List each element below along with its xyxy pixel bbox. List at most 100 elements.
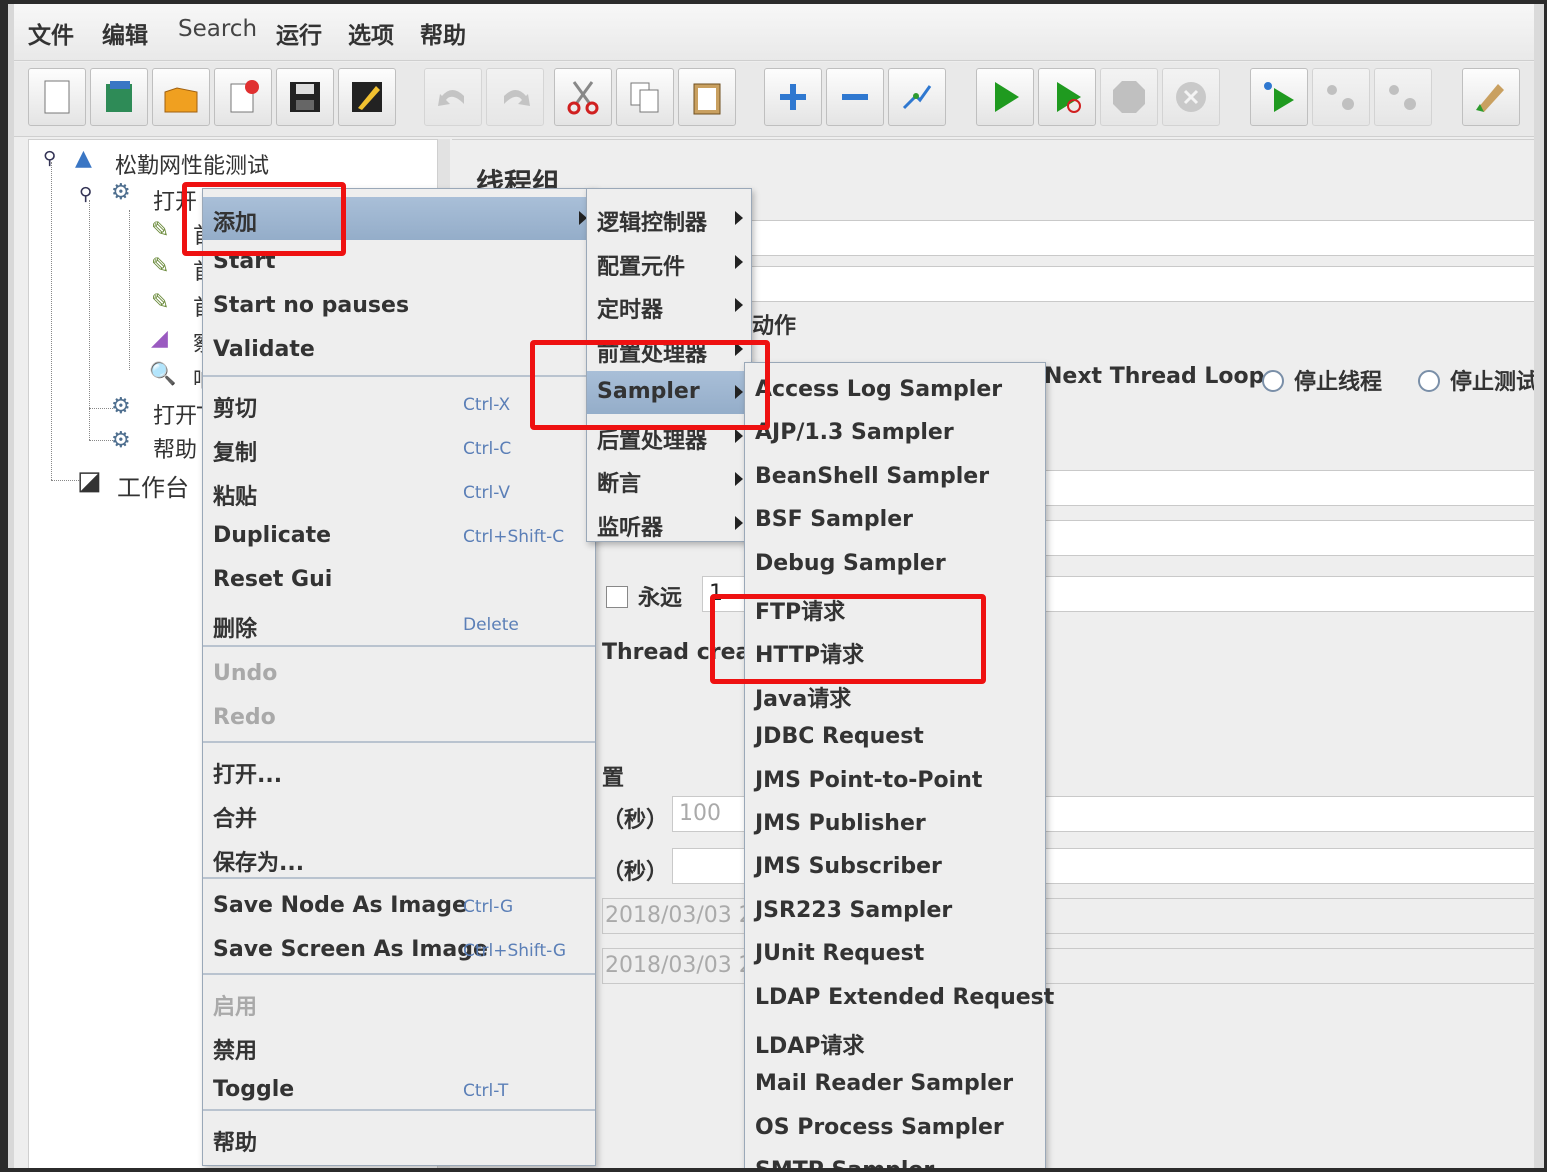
window-edge bbox=[1534, 4, 1544, 1168]
stop-test-option[interactable]: 停止测试 bbox=[1418, 364, 1538, 396]
sampler-submenu-item[interactable]: JUnit Request bbox=[745, 933, 1045, 976]
menu-help[interactable]: 帮助 bbox=[420, 16, 466, 50]
menu-item-label: LDAP Extended Request bbox=[755, 984, 1055, 1010]
context-menu-item[interactable]: 复制 Ctrl-C bbox=[203, 427, 595, 470]
submenu-arrow-icon bbox=[735, 254, 743, 269]
copy-button[interactable] bbox=[616, 68, 674, 126]
remote-exit-icon bbox=[1389, 85, 1416, 110]
tree-group1-toggle[interactable]: ⚲ bbox=[79, 184, 92, 205]
copy-icon bbox=[630, 82, 659, 113]
next-thread-loop-option[interactable]: Next Thread Loop bbox=[1044, 364, 1264, 389]
remote-exit-button[interactable] bbox=[1374, 68, 1432, 126]
menu-options[interactable]: 选项 bbox=[348, 16, 394, 50]
menu-separator bbox=[203, 973, 595, 975]
tree-root-toggle[interactable]: ⚲ bbox=[43, 148, 56, 169]
context-menu-item[interactable]: Duplicate Ctrl+Shift-C bbox=[203, 515, 595, 558]
context-menu-item[interactable]: Save Node As Image Ctrl-G bbox=[203, 885, 595, 928]
redo-button[interactable] bbox=[486, 68, 544, 126]
context-menu-item[interactable]: 帮助 bbox=[203, 1117, 595, 1160]
add-submenu-item[interactable]: 断言 bbox=[587, 458, 751, 501]
sampler-submenu-item[interactable]: Debug Sampler bbox=[745, 543, 1045, 586]
gear-icon: ⚙ bbox=[111, 394, 131, 419]
context-menu-item[interactable]: 删除 Delete bbox=[203, 603, 595, 646]
forever-checkbox[interactable]: 永远 bbox=[606, 580, 682, 612]
sampler-submenu-item[interactable]: JMS Point-to-Point bbox=[745, 760, 1045, 803]
remote-stop-button[interactable] bbox=[1312, 68, 1370, 126]
tree-root[interactable]: 松勤网性能测试 bbox=[115, 148, 269, 180]
undo-button[interactable] bbox=[424, 68, 482, 126]
context-menu-item[interactable]: 合并 bbox=[203, 793, 595, 836]
close-button[interactable] bbox=[214, 68, 272, 126]
templates-button[interactable] bbox=[90, 68, 148, 126]
tree-thread-group-3[interactable]: 帮助 bbox=[153, 432, 197, 464]
sampler-submenu-item[interactable]: Access Log Sampler bbox=[745, 369, 1045, 412]
context-menu-item[interactable]: 禁用 bbox=[203, 1025, 595, 1068]
sampler-submenu-item[interactable]: AJP/1.3 Sampler bbox=[745, 412, 1045, 455]
sampler-submenu-item[interactable]: LDAP请求 bbox=[745, 1020, 1045, 1063]
tree-workbench[interactable]: 工作台 bbox=[117, 468, 189, 503]
remote-start-button[interactable] bbox=[1250, 68, 1308, 126]
chart-icon: ◢ bbox=[151, 326, 168, 351]
context-menu-item[interactable]: Start no pauses bbox=[203, 285, 595, 328]
pipette-icon: ✎ bbox=[151, 254, 170, 279]
sampler-submenu-item[interactable]: Mail Reader Sampler bbox=[745, 1063, 1045, 1106]
menu-item-label: Toggle bbox=[213, 1077, 295, 1102]
sampler-submenu-item[interactable]: JSR223 Sampler bbox=[745, 890, 1045, 933]
threads-field[interactable] bbox=[1042, 470, 1544, 506]
add-submenu-item[interactable]: 逻辑控制器 bbox=[587, 197, 751, 240]
templates-icon bbox=[106, 81, 132, 112]
annotation-box-add bbox=[182, 182, 346, 256]
shutdown-icon bbox=[1176, 82, 1206, 112]
collapse-button[interactable] bbox=[826, 68, 884, 126]
sampler-submenu-item[interactable]: JMS Subscriber bbox=[745, 846, 1045, 889]
menu-item-label: Validate bbox=[213, 337, 315, 362]
cut-button[interactable] bbox=[554, 68, 612, 126]
sampler-submenu-item[interactable]: JMS Publisher bbox=[745, 803, 1045, 846]
clear-button[interactable] bbox=[1462, 68, 1520, 126]
menu-run[interactable]: 运行 bbox=[276, 16, 322, 50]
context-menu-item[interactable]: Toggle Ctrl-T bbox=[203, 1069, 595, 1112]
start-no-pauses-button[interactable] bbox=[1038, 68, 1096, 126]
start-button[interactable] bbox=[976, 68, 1034, 126]
menu-item-label: BSF Sampler bbox=[755, 507, 913, 533]
sampler-submenu-item[interactable]: JDBC Request bbox=[745, 716, 1045, 759]
expand-icon bbox=[780, 84, 806, 110]
save-as-button[interactable] bbox=[338, 68, 396, 126]
add-submenu-item[interactable]: 监听器 bbox=[587, 502, 751, 545]
new-button[interactable] bbox=[28, 68, 86, 126]
menu-item-label: 剪切 bbox=[213, 397, 258, 422]
stop-thread-option[interactable]: 停止线程 bbox=[1262, 364, 1382, 396]
add-submenu-item[interactable]: 定时器 bbox=[587, 284, 751, 327]
add-submenu-item[interactable]: 配置元件 bbox=[587, 241, 751, 284]
context-menu-item[interactable]: 保存为... bbox=[203, 837, 595, 880]
sampler-submenu-item[interactable]: BSF Sampler bbox=[745, 499, 1045, 542]
shutdown-button[interactable] bbox=[1162, 68, 1220, 126]
expand-button[interactable] bbox=[764, 68, 822, 126]
context-menu-item[interactable]: Undo bbox=[203, 653, 595, 696]
open-button[interactable] bbox=[152, 68, 210, 126]
sampler-submenu-item[interactable]: BeanShell Sampler bbox=[745, 456, 1045, 499]
context-menu-item[interactable]: 粘贴 Ctrl-V bbox=[203, 471, 595, 514]
save-button[interactable] bbox=[276, 68, 334, 126]
context-menu-item[interactable]: Save Screen As Image Ctrl+Shift-G bbox=[203, 929, 595, 972]
menu-file[interactable]: 文件 bbox=[28, 16, 74, 50]
context-menu-item[interactable]: Redo bbox=[203, 697, 595, 740]
paste-button[interactable] bbox=[678, 68, 736, 126]
stop-button[interactable] bbox=[1100, 68, 1158, 126]
pipette-icon: ✎ bbox=[151, 218, 170, 243]
toggle-icon bbox=[902, 85, 932, 110]
menu-item-label: AJP/1.3 Sampler bbox=[755, 420, 954, 446]
menu-item-label: BeanShell Sampler bbox=[755, 463, 990, 489]
context-menu-item[interactable]: 打开... bbox=[203, 749, 595, 792]
sampler-submenu-item[interactable]: LDAP Extended Request bbox=[745, 977, 1054, 1020]
menu-edit[interactable]: 编辑 bbox=[102, 16, 148, 50]
toggle-button[interactable] bbox=[888, 68, 946, 126]
context-menu-item[interactable]: Reset Gui bbox=[203, 559, 595, 602]
ramp-up-field[interactable] bbox=[1042, 520, 1544, 556]
sampler-submenu-item[interactable]: OS Process Sampler bbox=[745, 1107, 1045, 1150]
menu-item-label: JMS Publisher bbox=[755, 811, 926, 836]
menu-item-label: 配置元件 bbox=[597, 254, 686, 280]
context-menu-item[interactable]: 启用 bbox=[203, 981, 595, 1024]
sampler-submenu-item[interactable]: SMTP Sampler bbox=[745, 1150, 1045, 1168]
menu-search[interactable]: Search bbox=[178, 16, 257, 42]
